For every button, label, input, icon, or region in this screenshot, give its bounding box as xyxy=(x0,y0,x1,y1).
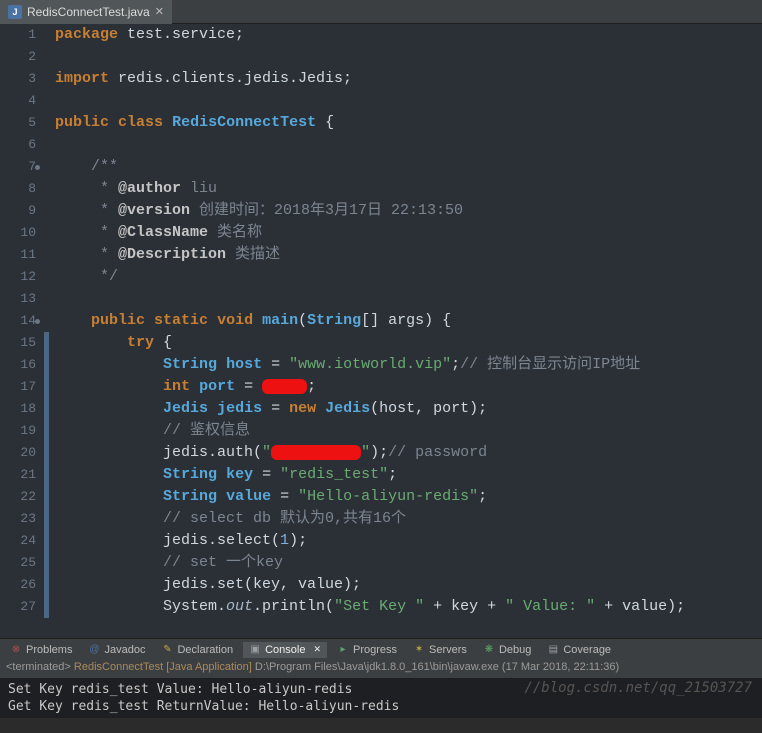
code-line[interactable]: jedis.auth(" ");// password xyxy=(55,442,762,464)
line-number: 16 xyxy=(0,354,36,376)
view-tab-label: Console xyxy=(265,644,305,656)
editor-tab-bar: J RedisConnectTest.java ✕ xyxy=(0,0,762,24)
line-number: 9 xyxy=(0,200,36,222)
code-line[interactable]: // set 一个key xyxy=(55,552,762,574)
line-number: 17 xyxy=(0,376,36,398)
line-gutter: 1234567891011121314151617181920212223242… xyxy=(0,24,44,638)
close-icon[interactable]: ✕ xyxy=(155,5,164,18)
bottom-view-tabs: ⊗ Problems @ Javadoc ✎ Declaration ▣ Console ✕ ▸ P… xyxy=(0,638,762,660)
code-line[interactable]: int port = ; xyxy=(55,376,762,398)
code-line[interactable]: jedis.set(key, value); xyxy=(55,574,762,596)
code-line[interactable]: try { xyxy=(55,332,762,354)
code-line[interactable]: jedis.select(1); xyxy=(55,530,762,552)
line-number: 2 xyxy=(0,46,36,68)
code-area[interactable]: package test.service; import redis.clien… xyxy=(49,24,762,638)
code-editor[interactable]: 1234567891011121314151617181920212223242… xyxy=(0,24,762,638)
line-number: 11 xyxy=(0,244,36,266)
line-number: 13 xyxy=(0,288,36,310)
view-tab-label: Javadoc xyxy=(104,644,145,656)
code-line[interactable]: * @ClassName 类名称 xyxy=(55,222,762,244)
line-number: 3 xyxy=(0,68,36,90)
code-line[interactable]: String host = "www.iotworld.vip";// 控制台显… xyxy=(55,354,762,376)
line-number: 25 xyxy=(0,552,36,574)
terminated-label: <terminated> xyxy=(6,661,71,673)
line-number: 26 xyxy=(0,574,36,596)
code-line[interactable] xyxy=(55,90,762,112)
code-line[interactable]: /** xyxy=(55,156,762,178)
line-number: 8 xyxy=(0,178,36,200)
code-line[interactable] xyxy=(55,134,762,156)
line-number: 18 xyxy=(0,398,36,420)
code-line[interactable] xyxy=(55,288,762,310)
code-line[interactable]: package test.service; xyxy=(55,24,762,46)
view-tab-debug[interactable]: ❋ Debug xyxy=(477,642,537,658)
view-tab-label: Progress xyxy=(353,644,397,656)
code-line[interactable]: */ xyxy=(55,266,762,288)
view-tab-problems[interactable]: ⊗ Problems xyxy=(4,642,78,658)
console-output[interactable]: //blog.csdn.net/qq_21503727 Set Key redi… xyxy=(0,678,762,718)
view-tab-servers[interactable]: ✶ Servers xyxy=(407,642,473,658)
view-tab-javadoc[interactable]: @ Javadoc xyxy=(82,642,151,658)
launch-config-label: RedisConnectTest [Java Application] xyxy=(74,661,252,673)
view-tab-coverage[interactable]: ▤ Coverage xyxy=(541,642,617,658)
problems-icon: ⊗ xyxy=(10,644,22,656)
code-line[interactable] xyxy=(55,46,762,68)
line-number: 10 xyxy=(0,222,36,244)
exec-path-label: D:\Program Files\Java\jdk1.8.0_161\bin\j… xyxy=(255,661,499,673)
code-line[interactable]: String key = "redis_test"; xyxy=(55,464,762,486)
code-line[interactable]: public static void main(String[] args) { xyxy=(55,310,762,332)
code-line[interactable]: * @version 创建时间：2018年3月17日 22:13:50 xyxy=(55,200,762,222)
tab-filename: RedisConnectTest.java xyxy=(27,5,150,19)
progress-icon: ▸ xyxy=(337,644,349,656)
view-tab-label: Coverage xyxy=(563,644,611,656)
code-line[interactable]: // 鉴权信息 xyxy=(55,420,762,442)
line-number: 21 xyxy=(0,464,36,486)
line-number: 4 xyxy=(0,90,36,112)
close-icon[interactable]: ✕ xyxy=(313,644,321,655)
view-tab-declaration[interactable]: ✎ Declaration xyxy=(155,642,239,658)
view-tab-progress[interactable]: ▸ Progress xyxy=(331,642,403,658)
line-number: 24 xyxy=(0,530,36,552)
line-number: 7 xyxy=(0,156,36,178)
console-header: <terminated> RedisConnectTest [Java Appl… xyxy=(0,660,762,678)
javadoc-icon: @ xyxy=(88,644,100,656)
declaration-icon: ✎ xyxy=(161,644,173,656)
view-tab-label: Debug xyxy=(499,644,531,656)
code-line[interactable]: import redis.clients.jedis.Jedis; xyxy=(55,68,762,90)
line-number: 1 xyxy=(0,24,36,46)
line-number: 22 xyxy=(0,486,36,508)
code-line[interactable]: Jedis jedis = new Jedis(host, port); xyxy=(55,398,762,420)
line-number: 19 xyxy=(0,420,36,442)
view-tab-label: Declaration xyxy=(177,644,233,656)
code-line[interactable]: * @Description 类描述 xyxy=(55,244,762,266)
line-number: 23 xyxy=(0,508,36,530)
debug-icon: ❋ xyxy=(483,644,495,656)
java-file-icon: J xyxy=(8,5,22,19)
view-tab-label: Problems xyxy=(26,644,72,656)
code-line[interactable]: // select db 默认为0,共有16个 xyxy=(55,508,762,530)
editor-tab[interactable]: J RedisConnectTest.java ✕ xyxy=(0,0,172,24)
timestamp-label: (17 Mar 2018, 22:11:36) xyxy=(502,661,619,673)
line-number: 20 xyxy=(0,442,36,464)
console-line: Get Key redis_test ReturnValue: Hello-al… xyxy=(8,698,754,715)
coverage-icon: ▤ xyxy=(547,644,559,656)
view-tab-label: Servers xyxy=(429,644,467,656)
line-number: 12 xyxy=(0,266,36,288)
line-number: 6 xyxy=(0,134,36,156)
servers-icon: ✶ xyxy=(413,644,425,656)
console-icon: ▣ xyxy=(249,644,261,656)
line-number: 15 xyxy=(0,332,36,354)
line-number: 14 xyxy=(0,310,36,332)
code-line[interactable]: System.out.println("Set Key " + key + " … xyxy=(55,596,762,618)
watermark-text: //blog.csdn.net/qq_21503727 xyxy=(524,680,752,697)
code-line[interactable]: * @author liu xyxy=(55,178,762,200)
code-line[interactable]: public class RedisConnectTest { xyxy=(55,112,762,134)
line-number: 27 xyxy=(0,596,36,618)
line-number: 5 xyxy=(0,112,36,134)
view-tab-console[interactable]: ▣ Console ✕ xyxy=(243,642,327,658)
code-line[interactable]: String value = "Hello-aliyun-redis"; xyxy=(55,486,762,508)
